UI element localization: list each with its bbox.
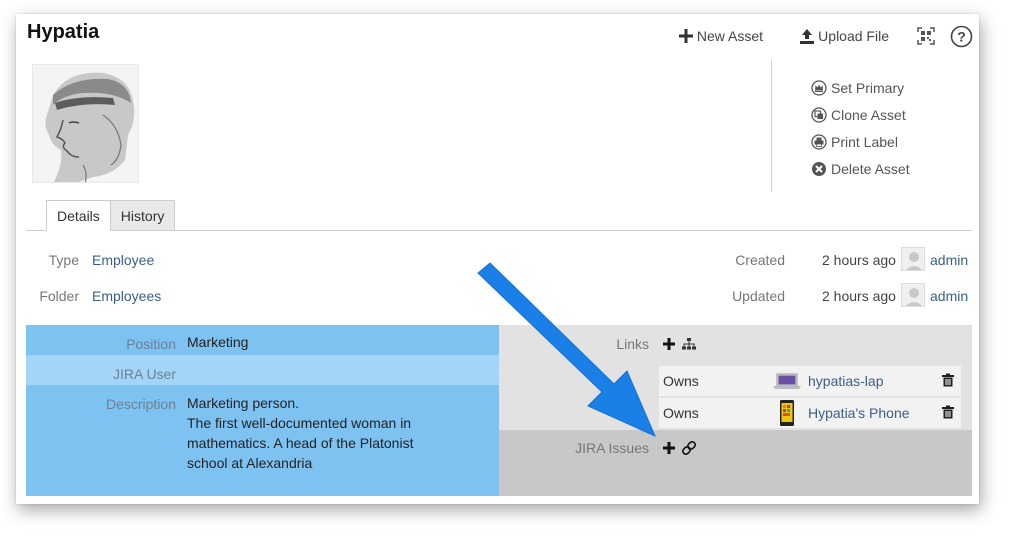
help-icon: ?: [950, 25, 973, 47]
relations-panel: Links Owns hypatias-lap Owns Hypatia's P…: [499, 325, 972, 496]
link-name[interactable]: Hypatia's Phone: [808, 405, 910, 421]
upload-file-button[interactable]: Upload File: [800, 24, 889, 48]
new-asset-button[interactable]: New Asset: [678, 24, 763, 48]
help-button[interactable]: ?: [950, 24, 973, 48]
link-relation: Owns: [663, 373, 699, 389]
trash-icon[interactable]: [941, 405, 955, 419]
trash-icon[interactable]: [941, 373, 955, 387]
print-label-label: Print Label: [831, 133, 898, 150]
updated-label: Updated: [732, 288, 785, 304]
delete-asset-button[interactable]: Delete Asset: [811, 155, 910, 182]
list-item: Owns Hypatia's Phone: [659, 398, 961, 428]
type-link[interactable]: Employee: [92, 252, 154, 268]
folder-label: Folder: [39, 288, 79, 304]
asset-tabs: Details History: [46, 200, 176, 231]
position-value: Marketing: [187, 334, 249, 350]
tab-divider: [26, 230, 972, 231]
created-by-link[interactable]: admin: [930, 252, 968, 268]
link-icon[interactable]: [681, 440, 697, 456]
phone-icon: [780, 400, 794, 426]
print-label-button[interactable]: Print Label: [811, 128, 910, 155]
page-title: Hypatia: [27, 21, 100, 43]
clone-asset-button[interactable]: Clone Asset: [811, 101, 910, 128]
description-label: Description: [105, 396, 176, 412]
clone-asset-label: Clone Asset: [831, 106, 906, 123]
link-name[interactable]: hypatias-lap: [808, 373, 884, 389]
links-label: Links: [616, 336, 649, 352]
list-item: Owns hypatias-lap: [659, 366, 961, 396]
asset-actions: Set Primary Clone Asset Print Label Dele…: [811, 74, 910, 182]
set-primary-label: Set Primary: [831, 79, 905, 96]
fields-panel: Position Marketing JIRA User Description…: [26, 325, 499, 496]
type-label: Type: [48, 252, 79, 268]
asset-portrait-image: [32, 64, 139, 183]
updated-value: 2 hours ago: [822, 288, 896, 304]
delete-icon: [812, 161, 826, 176]
print-icon: [811, 133, 827, 150]
tab-history[interactable]: History: [110, 200, 176, 231]
add-link-icon[interactable]: [661, 336, 677, 352]
description-value: Marketing person. The first well-documen…: [187, 393, 413, 473]
plus-icon: [678, 29, 693, 43]
qr-code-icon: [917, 27, 935, 45]
folder-link[interactable]: Employees: [92, 288, 161, 304]
jira-user-label: JIRA User: [112, 366, 176, 382]
avatar: [901, 247, 925, 271]
qr-code-button[interactable]: [917, 24, 935, 48]
description-line: The first well-documented woman in: [187, 415, 412, 431]
jira-issues-label: JIRA Issues: [575, 440, 649, 456]
add-jira-issue-icon[interactable]: [661, 440, 677, 456]
link-relation: Owns: [663, 405, 699, 421]
description-line: mathematics. A head of the Platonist: [187, 435, 414, 451]
svg-text:?: ?: [957, 28, 966, 44]
header-divider: [771, 60, 772, 192]
avatar: [901, 283, 925, 307]
new-asset-label: New Asset: [696, 28, 763, 44]
delete-asset-label: Delete Asset: [831, 160, 910, 177]
upload-icon: [800, 28, 815, 44]
hierarchy-icon[interactable]: [681, 336, 697, 352]
clone-icon: [811, 106, 827, 123]
laptop-icon: [773, 373, 801, 389]
crown-icon: [811, 79, 827, 96]
updated-by-link[interactable]: admin: [930, 288, 968, 304]
set-primary-button[interactable]: Set Primary: [811, 74, 910, 101]
tab-details[interactable]: Details: [46, 200, 111, 231]
position-label: Position: [126, 336, 176, 352]
asset-card: Hypatia New Asset Upload File ? Set Prim…: [16, 14, 979, 504]
created-value: 2 hours ago: [822, 252, 896, 268]
upload-file-label: Upload File: [818, 28, 889, 44]
description-line: school at Alexandria: [187, 455, 313, 471]
created-label: Created: [735, 252, 785, 268]
description-line: Marketing person.: [187, 395, 300, 411]
